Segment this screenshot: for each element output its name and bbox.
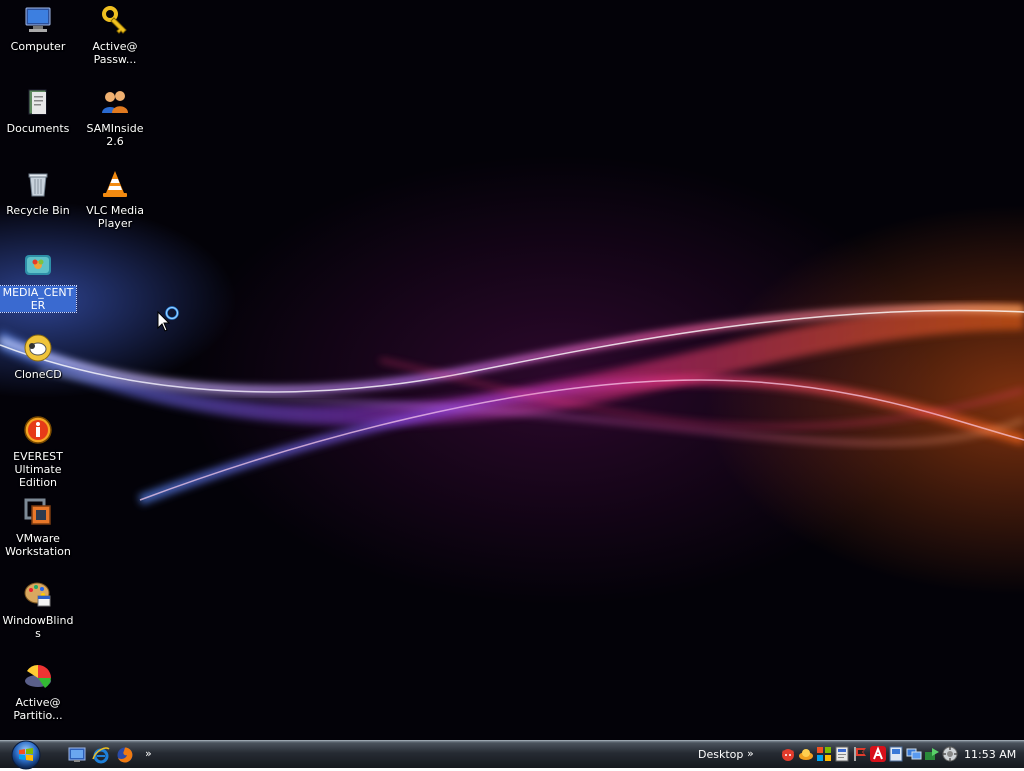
media-center-icon — [22, 250, 54, 282]
desktop[interactable]: Computer Documents Recycle Bin MEDIA_CEN… — [0, 0, 1024, 740]
show-desktop-icon[interactable] — [68, 746, 86, 764]
update-icon[interactable] — [816, 746, 832, 762]
avira-icon[interactable] — [870, 746, 886, 762]
taskbar: » Desktop » 11:53 AM — [0, 739, 1024, 771]
desktop-icon-computer[interactable]: Computer — [0, 4, 76, 53]
info-icon — [22, 414, 54, 446]
icon-label: Computer — [10, 40, 66, 53]
clock[interactable]: 11:53 AM — [964, 748, 1016, 761]
desktop-toolbar-chevron[interactable]: » — [747, 747, 754, 760]
display-icon[interactable] — [906, 746, 922, 762]
desktop-icon-documents[interactable]: Documents — [0, 86, 76, 135]
icon-label: Recycle Bin — [6, 204, 70, 217]
icon-label: CloneCD — [14, 368, 62, 381]
documents-icon — [22, 86, 54, 118]
sync-icon[interactable] — [924, 746, 940, 762]
monitor-icon[interactable] — [834, 746, 850, 762]
icon-label: Documents — [6, 122, 70, 135]
icon-label: Active@ Passw... — [92, 40, 138, 66]
desktop-icon-active-partition[interactable]: Active@ Partitio... — [0, 660, 76, 722]
desktop-icon-media-center[interactable]: MEDIA_CENTER — [0, 250, 77, 313]
icon-label: VMware Workstation — [5, 532, 71, 558]
users-icon — [99, 86, 131, 118]
icon-label: SAMInside 2.6 — [86, 122, 144, 148]
desktop-icon-vmware[interactable]: VMware Workstation — [0, 496, 76, 558]
palette-icon — [22, 578, 54, 610]
desktop-icon-active-password[interactable]: Active@ Passw... — [77, 4, 153, 66]
desktop-icon-windowblinds[interactable]: WindowBlinds — [0, 578, 76, 640]
desktop-icon-vlc[interactable]: VLC Media Player — [77, 168, 153, 230]
partition-disk-icon — [22, 660, 54, 692]
quick-launch-chevron[interactable]: » — [145, 747, 152, 760]
icon-label: Active@ Partitio... — [13, 696, 63, 722]
icon-label: VLC Media Player — [86, 204, 144, 230]
internet-explorer-icon[interactable] — [92, 746, 110, 764]
icon-label: EVEREST Ultimate Edition — [13, 450, 63, 489]
key-icon — [99, 4, 131, 36]
busy-cursor-icon — [157, 306, 179, 332]
volume-icon[interactable] — [888, 746, 904, 762]
recycle-bin-icon — [22, 168, 54, 200]
computer-icon — [22, 4, 54, 36]
firefox-icon[interactable] — [116, 746, 134, 764]
icon-label: MEDIA_CENTER — [0, 285, 77, 313]
flag-icon[interactable] — [852, 746, 868, 762]
desktop-icon-everest[interactable]: EVEREST Ultimate Edition — [0, 414, 76, 489]
desktop-icon-recycle-bin[interactable]: Recycle Bin — [0, 168, 76, 217]
vmware-icon — [22, 496, 54, 528]
icon-label: WindowBlinds — [2, 614, 74, 640]
safely-remove-icon[interactable] — [942, 746, 958, 762]
desktop-toolbar-label[interactable]: Desktop — [698, 748, 743, 761]
desktop-icon-clonecd[interactable]: CloneCD — [0, 332, 76, 381]
vlc-cone-icon — [99, 168, 131, 200]
start-button[interactable] — [10, 739, 42, 771]
desktop-icon-saminside[interactable]: SAMInside 2.6 — [77, 86, 153, 148]
clonecd-sheep-icon — [22, 332, 54, 364]
wallpaper — [0, 304, 1024, 505]
network-icon[interactable] — [798, 746, 814, 762]
antivirus-devil-icon[interactable] — [780, 746, 796, 762]
